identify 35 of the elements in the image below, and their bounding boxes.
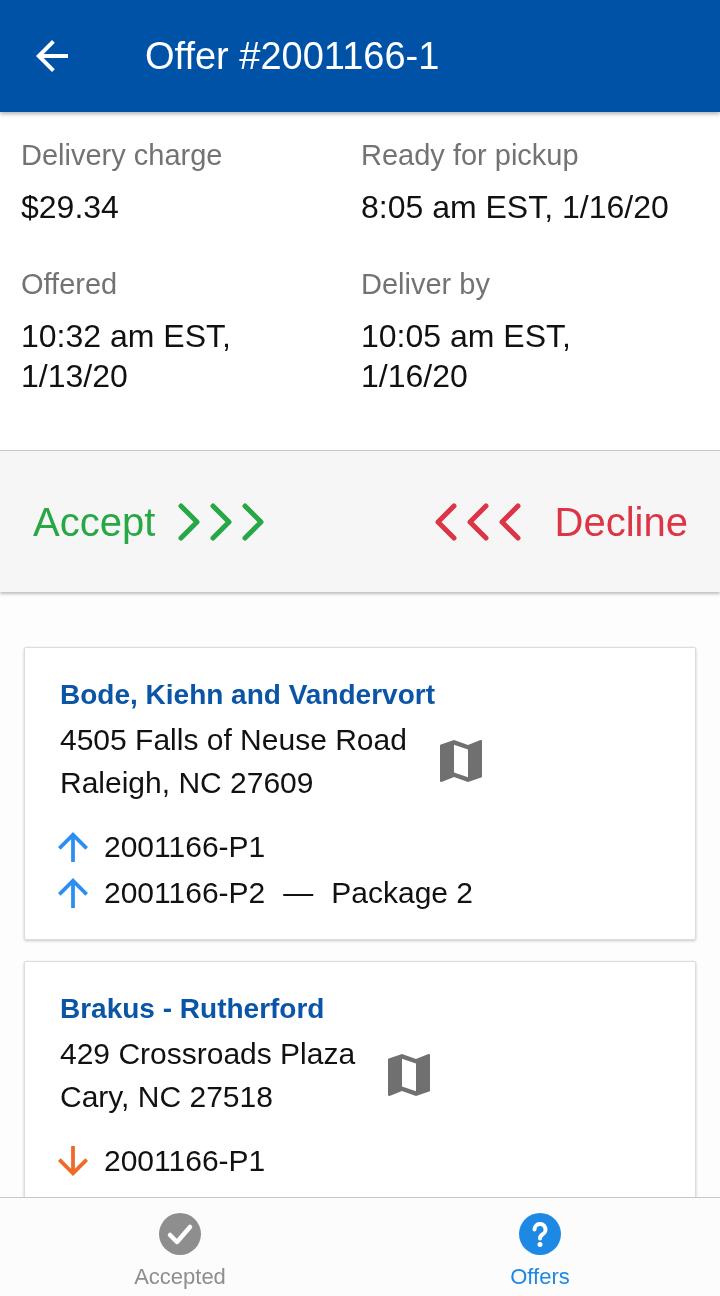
company-name: Brakus - Rutherford — [60, 992, 326, 1026]
package-description: Package 2 — [331, 876, 474, 910]
detail-label: Delivery charge — [21, 138, 224, 173]
company-name: Bode, Kiehn and Vandervort — [60, 678, 436, 712]
map-icon[interactable] — [388, 1054, 431, 1096]
decline-button[interactable]: Decline — [434, 497, 688, 546]
back-arrow-icon — [36, 40, 68, 72]
map-icon[interactable] — [439, 740, 482, 782]
chevrons-right-icon — [178, 502, 265, 541]
detail-label: Offered — [21, 267, 119, 302]
screen-title: Offer #2001166-1 — [145, 34, 440, 79]
address-line: 4505 Falls of Neuse Road — [60, 722, 407, 758]
package-separator: — — [283, 876, 314, 910]
package-id: 2001166-P1 — [104, 1144, 266, 1178]
detail-value: 10:05 am EST, 1/16/20 — [361, 317, 572, 396]
address-line: 429 Crossroads Plaza — [60, 1036, 356, 1072]
arrow-up-icon — [58, 832, 88, 862]
package-id: 2001166-P1 — [104, 830, 266, 864]
detail-value: 8:05 am EST, 1/16/20 — [361, 188, 670, 227]
detail-value: $29.34 — [21, 188, 120, 227]
nav-tab[interactable]: Offers — [360, 1198, 720, 1296]
address-line: Cary, NC 27518 — [60, 1079, 274, 1115]
nav-tab[interactable]: Accepted — [0, 1198, 360, 1296]
arrow-down-icon — [58, 1146, 88, 1176]
chevrons-left-icon — [434, 502, 521, 541]
detail-label: Ready for pickup — [361, 138, 580, 173]
help-icon — [519, 1213, 561, 1255]
package-id: 2001166-P2 — [104, 876, 266, 910]
detail-label: Deliver by — [361, 267, 491, 302]
address-line: Raleigh, NC 27609 — [60, 765, 315, 801]
back-button[interactable] — [36, 40, 68, 72]
accept-button[interactable]: Accept — [33, 497, 265, 546]
detail-value: 10:32 am EST, 1/13/20 — [21, 317, 232, 396]
arrow-up-icon — [58, 878, 88, 908]
check-circle-icon — [159, 1213, 201, 1255]
